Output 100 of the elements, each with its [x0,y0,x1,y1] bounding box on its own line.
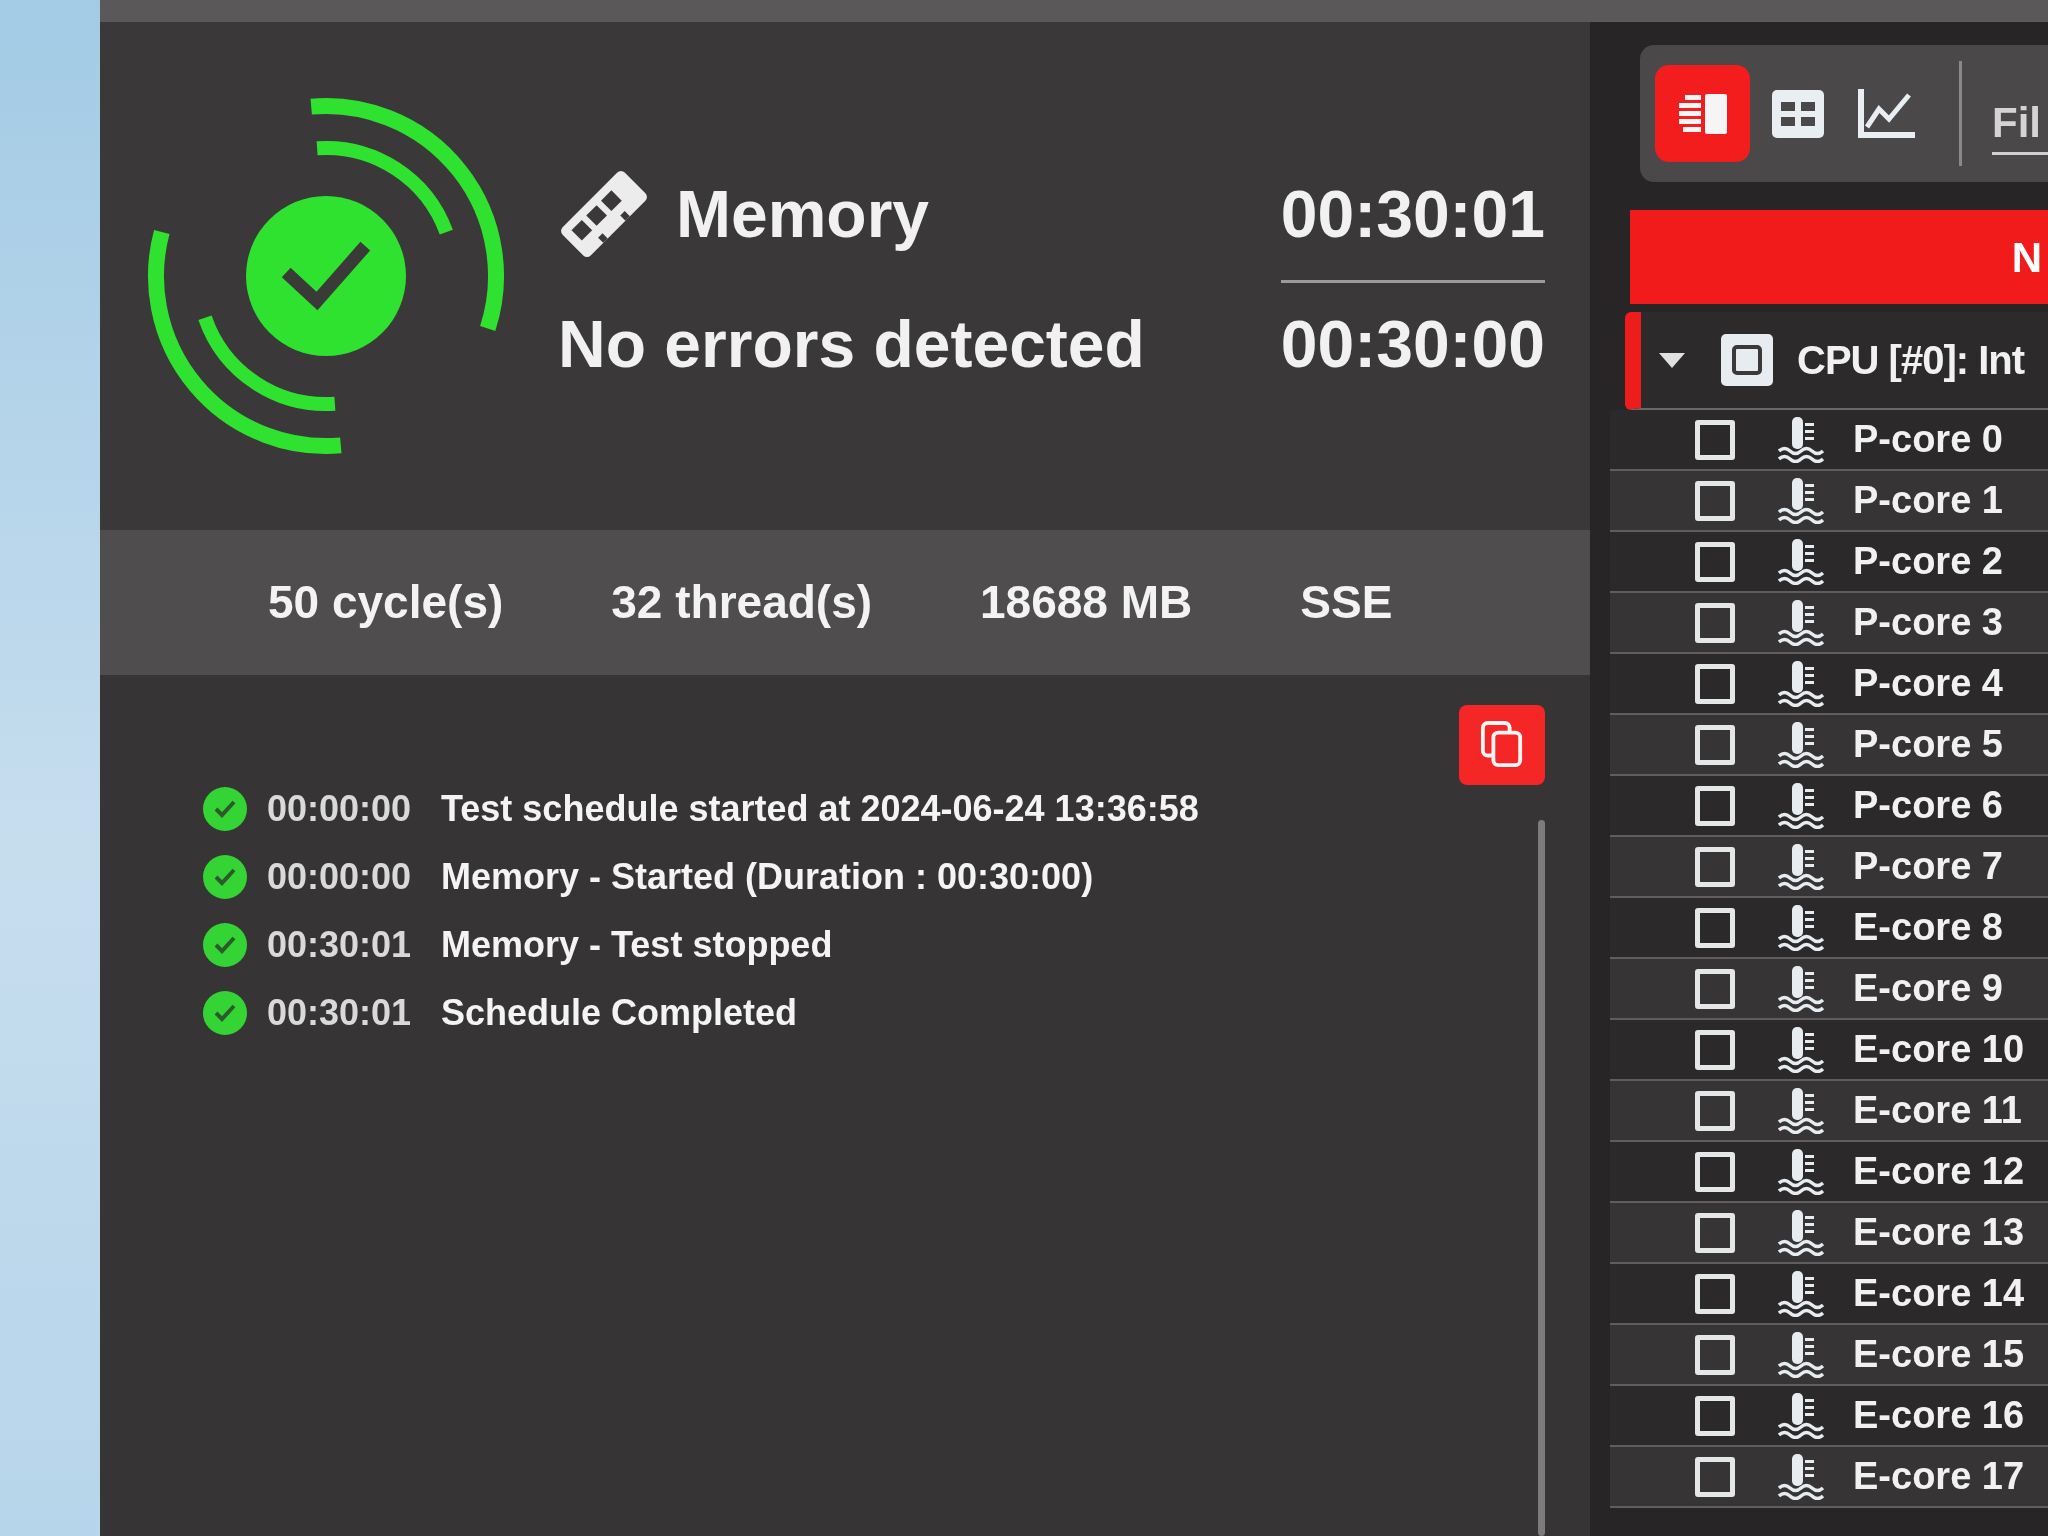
view-button[interactable] [1655,65,1750,162]
sensor-row[interactable]: E-core 10 [1610,1020,2048,1081]
scrollbar[interactable] [1538,820,1545,1536]
thermometer-icon [1777,599,1825,646]
sensor-label: P-core 5 [1853,722,2003,767]
sensor-row[interactable]: P-core 1 [1610,471,2048,532]
stat-text: 50 cycle(s) [268,575,504,630]
stat-text: SSE [1300,575,1393,630]
sensor-row[interactable]: P-core 7 [1610,837,2048,898]
sensor-row[interactable]: P-core 5 [1610,715,2048,776]
check-circle-icon [203,855,247,899]
sensor-row[interactable]: E-core 13 [1610,1203,2048,1264]
sensor-label: E-core 12 [1853,1149,2025,1194]
checkbox[interactable] [1695,663,1735,704]
checkbox[interactable] [1695,968,1735,1009]
sensor-label: E-core 11 [1853,1088,2022,1133]
checkbox[interactable] [1695,1456,1735,1497]
log-message: Memory - Started (Duration : 00:30:00) [441,855,1094,899]
sensor-row[interactable]: P-core 0 [1610,410,2048,471]
checkbox[interactable] [1695,1090,1735,1131]
sensor-row[interactable]: E-core 8 [1610,898,2048,959]
elapsed-time: 00:30:01 [1280,180,1545,247]
thermometer-icon [1777,965,1825,1012]
sensor-row[interactable]: E-core 16 [1610,1386,2048,1447]
sensor-label: E-core 14 [1853,1271,2025,1316]
thermometer-icon [1777,1087,1825,1134]
filter-field[interactable]: Fil [1992,92,2048,155]
checkbox[interactable] [1695,1334,1735,1375]
sensor-label: E-core 8 [1853,905,2003,950]
sensor-row[interactable]: E-core 11 [1610,1081,2048,1142]
sensor-label: E-core 10 [1853,1027,2025,1072]
status-message: No errors detected [558,310,1146,377]
thermometer-icon [1777,1453,1825,1500]
thermometer-icon [1777,477,1825,524]
device-label: CPU [#0]: Int [1797,337,2024,384]
thermometer-icon [1777,1270,1825,1317]
thermometer-icon [1777,1331,1825,1378]
sensor-label: P-core 1 [1853,478,2003,523]
sensor-label: E-core 16 [1853,1393,2025,1438]
stat-text: 32 thread(s) [611,575,873,630]
check-circle-icon [203,991,247,1035]
view-button[interactable] [1857,86,1915,141]
sensor-label: P-core 4 [1853,661,2003,706]
grid-icon [1771,89,1824,138]
sensor-label: E-core 17 [1853,1454,2025,1499]
checkbox[interactable] [1695,419,1735,460]
line-chart-icon [1857,88,1915,139]
checkbox[interactable] [1695,1151,1735,1192]
sensor-row[interactable]: P-core 3 [1610,593,2048,654]
sensor-label: P-core 7 [1853,844,2003,889]
sensor-row[interactable]: E-core 12 [1610,1142,2048,1203]
sensor-row[interactable]: E-core 15 [1610,1325,2048,1386]
copy-button[interactable] [1459,705,1545,785]
check-circle-icon [203,923,247,967]
sensor-label: P-core 0 [1853,417,2003,462]
checkbox[interactable] [1695,724,1735,765]
thermometer-icon [1777,1209,1825,1256]
copy-icon [1480,720,1524,770]
list-view-icon [1678,93,1727,134]
checkbox[interactable] [1695,846,1735,887]
log-message: Schedule Completed [441,991,798,1035]
checkbox[interactable] [1695,480,1735,521]
sensor-label: P-core 2 [1853,539,2003,584]
device-row[interactable]: CPU [#0]: Int [1625,312,2048,410]
sensor-row[interactable]: E-core 14 [1610,1264,2048,1325]
sensor-label: E-core 13 [1853,1210,2025,1255]
checkbox[interactable] [1695,785,1735,826]
thermometer-icon [1777,904,1825,951]
sensor-row[interactable]: E-core 9 [1610,959,2048,1020]
caret-icon[interactable] [1659,352,1685,368]
log-time: 00:30:01 [267,991,413,1035]
check-circle-icon [203,787,247,831]
checkbox[interactable] [1695,541,1735,582]
stat-text: 18688 MB [980,575,1193,630]
sensor-row[interactable]: E-core 17 [1610,1447,2048,1508]
checkbox[interactable] [1695,1212,1735,1253]
sensor-label: E-core 9 [1853,966,2003,1011]
thermometer-icon [1777,1392,1825,1439]
checkbox[interactable] [1695,1029,1735,1070]
log-message: Test schedule started at 2024-06-24 13:36:58 [441,787,1199,831]
checkbox[interactable] [1695,1395,1735,1436]
sensor-row[interactable]: P-core 4 [1610,654,2048,715]
thermometer-icon [1777,416,1825,463]
log-message: Memory - Test stopped [441,923,833,967]
sensor-row[interactable]: P-core 2 [1610,532,2048,593]
checkbox[interactable] [1695,602,1735,643]
log-time: 00:00:00 [267,787,413,831]
sensor-label: P-core 3 [1853,600,2003,645]
thermometer-icon [1777,843,1825,890]
checkbox[interactable] [1695,907,1735,948]
thermometer-icon [1777,782,1825,829]
log-time: 00:00:00 [267,855,413,899]
duration-time: 00:30:00 [1280,310,1545,377]
sensor-label: P-core 6 [1853,783,2003,828]
sensor-label: E-core 15 [1853,1332,2025,1377]
checkbox[interactable] [1695,1273,1735,1314]
thermometer-icon [1777,1026,1825,1073]
log-time: 00:30:01 [267,923,413,967]
square-icon [1721,334,1773,386]
sensor-row[interactable]: P-core 6 [1610,776,2048,837]
